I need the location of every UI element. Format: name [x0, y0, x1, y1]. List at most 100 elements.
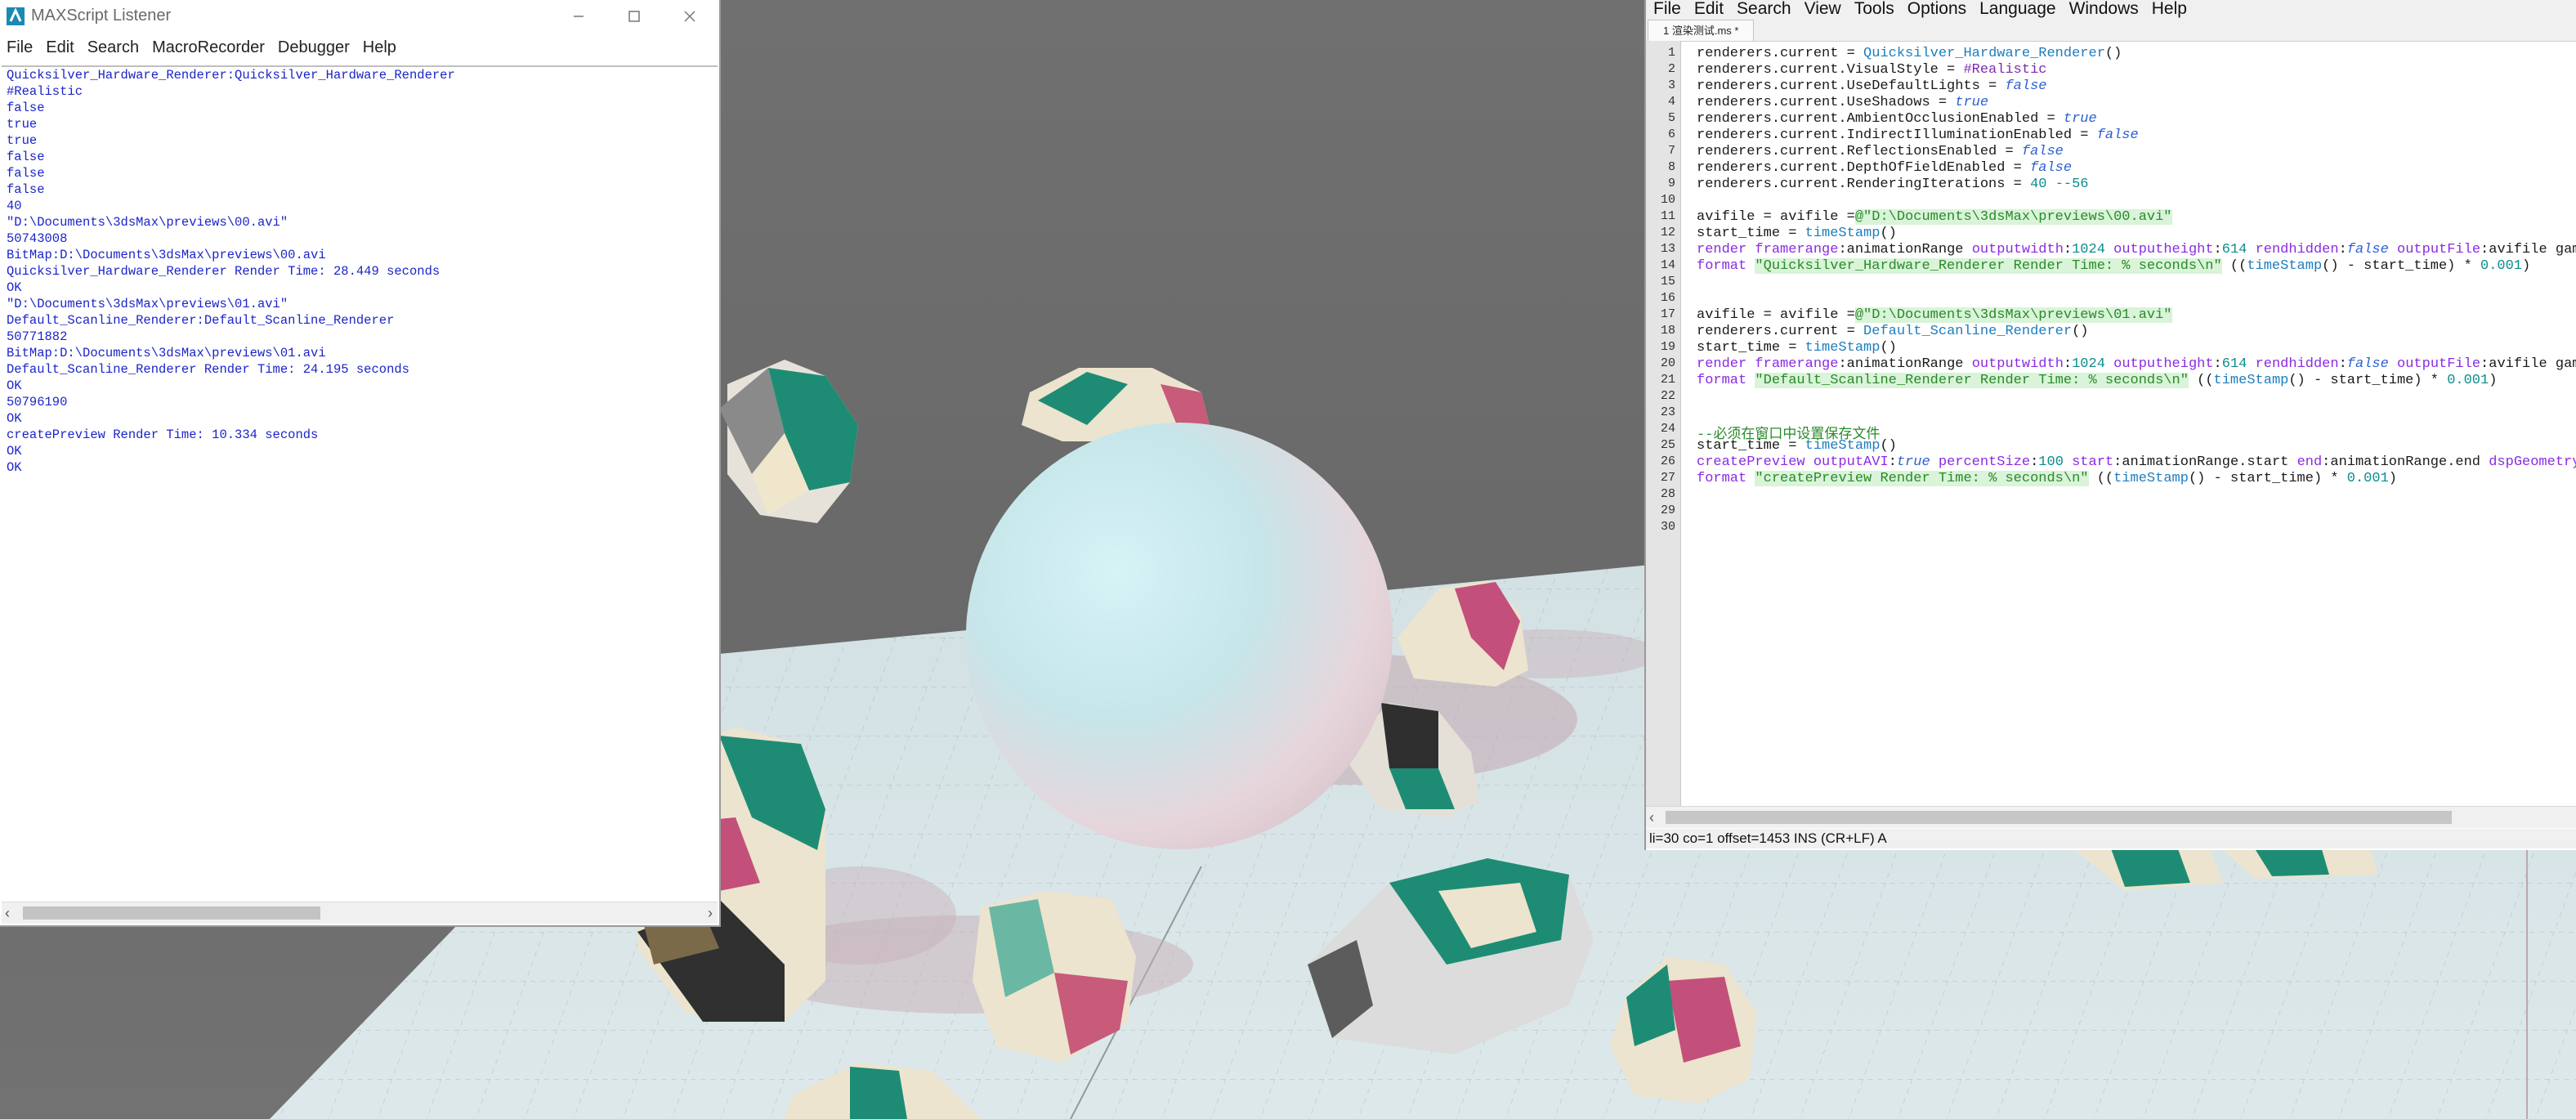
- output-line: 40: [7, 199, 22, 213]
- line-number: 20: [1660, 356, 1675, 370]
- scroll-left-icon[interactable]: ‹: [1649, 807, 1654, 828]
- minimize-button[interactable]: [552, 2, 605, 31]
- editor-menu-search[interactable]: Search: [1729, 0, 1797, 18]
- maximize-button[interactable]: [608, 2, 660, 31]
- menu-macrorecorder[interactable]: MacroRecorder: [145, 33, 271, 62]
- output-line: OK: [7, 460, 22, 475]
- editor-menu-language[interactable]: Language: [1972, 0, 2061, 18]
- menu-debugger[interactable]: Debugger: [271, 33, 356, 62]
- editor-menu-tools[interactable]: Tools: [1847, 0, 1900, 18]
- code-line[interactable]: format "Quicksilver_Hardware_Renderer Re…: [1697, 258, 2530, 274]
- close-icon: [684, 11, 695, 22]
- code-line[interactable]: renderers.current.RenderingIterations = …: [1697, 177, 2089, 192]
- editor-menu-file[interactable]: File: [1646, 0, 1687, 18]
- listener-menu-bar: File Edit Search MacroRecorder Debugger …: [0, 33, 719, 62]
- listener-title-bar[interactable]: MAXScript Listener: [0, 0, 719, 33]
- output-line: 50743008: [7, 231, 68, 246]
- code-line[interactable]: start_time = timeStamp(): [1697, 226, 1897, 241]
- line-number: 8: [1667, 160, 1675, 174]
- line-number: 9: [1667, 177, 1675, 190]
- output-line: OK: [7, 280, 22, 295]
- listener-horizontal-scrollbar[interactable]: ‹ ›: [2, 902, 718, 924]
- window-title: MAXScript Listener: [31, 7, 172, 25]
- listener-output[interactable]: Quicksilver_Hardware_Renderer:Quicksilve…: [2, 65, 718, 902]
- code-line[interactable]: format "createPreview Render Time: % sec…: [1697, 471, 2397, 486]
- menu-help[interactable]: Help: [356, 33, 403, 62]
- editor-menu-options[interactable]: Options: [1900, 0, 1972, 18]
- output-line: #Realistic: [7, 84, 83, 99]
- line-number: 11: [1660, 209, 1675, 223]
- code-line[interactable]: avifile = avifile =@"D:\Documents\3dsMax…: [1697, 209, 2172, 225]
- output-line: false: [7, 150, 45, 164]
- line-number: 25: [1660, 438, 1675, 452]
- line-number: 24: [1660, 422, 1675, 436]
- code-area[interactable]: renderers.current = Quicksilver_Hardware…: [1697, 41, 2576, 808]
- line-number: 2: [1667, 62, 1675, 76]
- output-line: BitMap:D:\Documents\3dsMax\previews\00.a…: [7, 248, 326, 262]
- close-button[interactable]: [664, 2, 716, 31]
- line-number: 1: [1667, 46, 1675, 60]
- output-line: true: [7, 117, 38, 132]
- line-number: 26: [1660, 454, 1675, 468]
- editor-menu-windows[interactable]: Windows: [2062, 0, 2144, 18]
- maxscript-app-icon: [7, 7, 25, 25]
- line-number-gutter: 1 2 3 4 5 6 7 8 9 10 11 12 13 14 15 16 17 18 19 20 21 22 23 24 2…: [1646, 41, 1681, 808]
- output-line: "D:\Documents\3dsMax\previews\01.avi": [7, 297, 288, 311]
- line-number: 12: [1660, 226, 1675, 239]
- editor-menu-bar: File Edit Search View Tools Options Lang…: [1646, 0, 2576, 18]
- output-line: BitMap:D:\Documents\3dsMax\previews\01.a…: [7, 346, 326, 360]
- output-line: "D:\Documents\3dsMax\previews\00.avi": [7, 215, 288, 230]
- line-number: 7: [1667, 144, 1675, 158]
- code-line[interactable]: renderers.current.IndirectIlluminationEn…: [1697, 128, 2139, 143]
- scrollbar-thumb[interactable]: [23, 906, 320, 920]
- code-line[interactable]: avifile = avifile =@"D:\Documents\3dsMax…: [1697, 307, 2172, 323]
- line-number: 15: [1660, 275, 1675, 289]
- menu-file[interactable]: File: [0, 33, 39, 62]
- line-number: 10: [1660, 193, 1675, 207]
- code-line[interactable]: start_time = timeStamp(): [1697, 340, 1897, 356]
- scrollbar-thumb[interactable]: [1666, 811, 2452, 824]
- line-number: 23: [1660, 405, 1675, 419]
- output-line: 50796190: [7, 395, 68, 410]
- output-line: createPreview Render Time: 10.334 second…: [7, 427, 319, 442]
- line-number: 18: [1660, 324, 1675, 338]
- output-line: false: [7, 166, 45, 181]
- scroll-right-icon[interactable]: ›: [708, 902, 713, 924]
- code-line[interactable]: renderers.current.UseDefaultLights = fal…: [1697, 78, 2046, 94]
- line-number: 4: [1667, 95, 1675, 109]
- editor-menu-edit[interactable]: Edit: [1687, 0, 1729, 18]
- code-line[interactable]: render framerange:animationRange outputw…: [1697, 242, 2576, 257]
- code-line[interactable]: renderers.current.DepthOfFieldEnabled = …: [1697, 160, 2072, 176]
- code-line[interactable]: format "Default_Scanline_Renderer Render…: [1697, 373, 2497, 388]
- editor-horizontal-scrollbar[interactable]: ‹: [1646, 806, 2576, 828]
- maxscript-listener-window: MAXScript Listener File Edit Search Macr…: [0, 0, 721, 927]
- code-line[interactable]: renderers.current = Default_Scanline_Ren…: [1697, 324, 2089, 339]
- output-line: true: [7, 133, 38, 148]
- code-line[interactable]: renderers.current.ReflectionsEnabled = f…: [1697, 144, 2064, 159]
- code-line[interactable]: renderers.current.VisualStyle = #Realist…: [1697, 62, 2046, 78]
- code-line[interactable]: start_time = timeStamp(): [1697, 438, 1897, 454]
- code-line[interactable]: renderers.current.AmbientOcclusionEnable…: [1697, 111, 2097, 127]
- line-number: 27: [1660, 471, 1675, 485]
- menu-search[interactable]: Search: [81, 33, 145, 62]
- line-number: 16: [1660, 291, 1675, 305]
- output-line: Quicksilver_Hardware_Renderer Render Tim…: [7, 264, 441, 279]
- tab-script-file[interactable]: 1 渲染测试.ms *: [1648, 20, 1755, 41]
- line-number: 5: [1667, 111, 1675, 125]
- code-line[interactable]: renderers.current = Quicksilver_Hardware…: [1697, 46, 2122, 61]
- minimize-icon: [574, 16, 584, 17]
- scroll-left-icon[interactable]: ‹: [5, 902, 10, 924]
- code-line[interactable]: render framerange:animationRange outputw…: [1697, 356, 2576, 372]
- output-line: OK: [7, 411, 22, 426]
- line-number: 6: [1667, 128, 1675, 141]
- sphere: [966, 423, 1393, 849]
- editor-menu-view[interactable]: View: [1797, 0, 1847, 18]
- code-line[interactable]: createPreview outputAVI:true percentSize…: [1697, 454, 2576, 470]
- menu-edit[interactable]: Edit: [39, 33, 80, 62]
- editor-menu-help[interactable]: Help: [2144, 0, 2193, 18]
- line-number: 30: [1660, 520, 1675, 534]
- line-number: 17: [1660, 307, 1675, 321]
- rock-top-left: [719, 360, 858, 523]
- output-line: Quicksilver_Hardware_Renderer:Quicksilve…: [7, 68, 455, 83]
- code-line[interactable]: renderers.current.UseShadows = true: [1697, 95, 1988, 110]
